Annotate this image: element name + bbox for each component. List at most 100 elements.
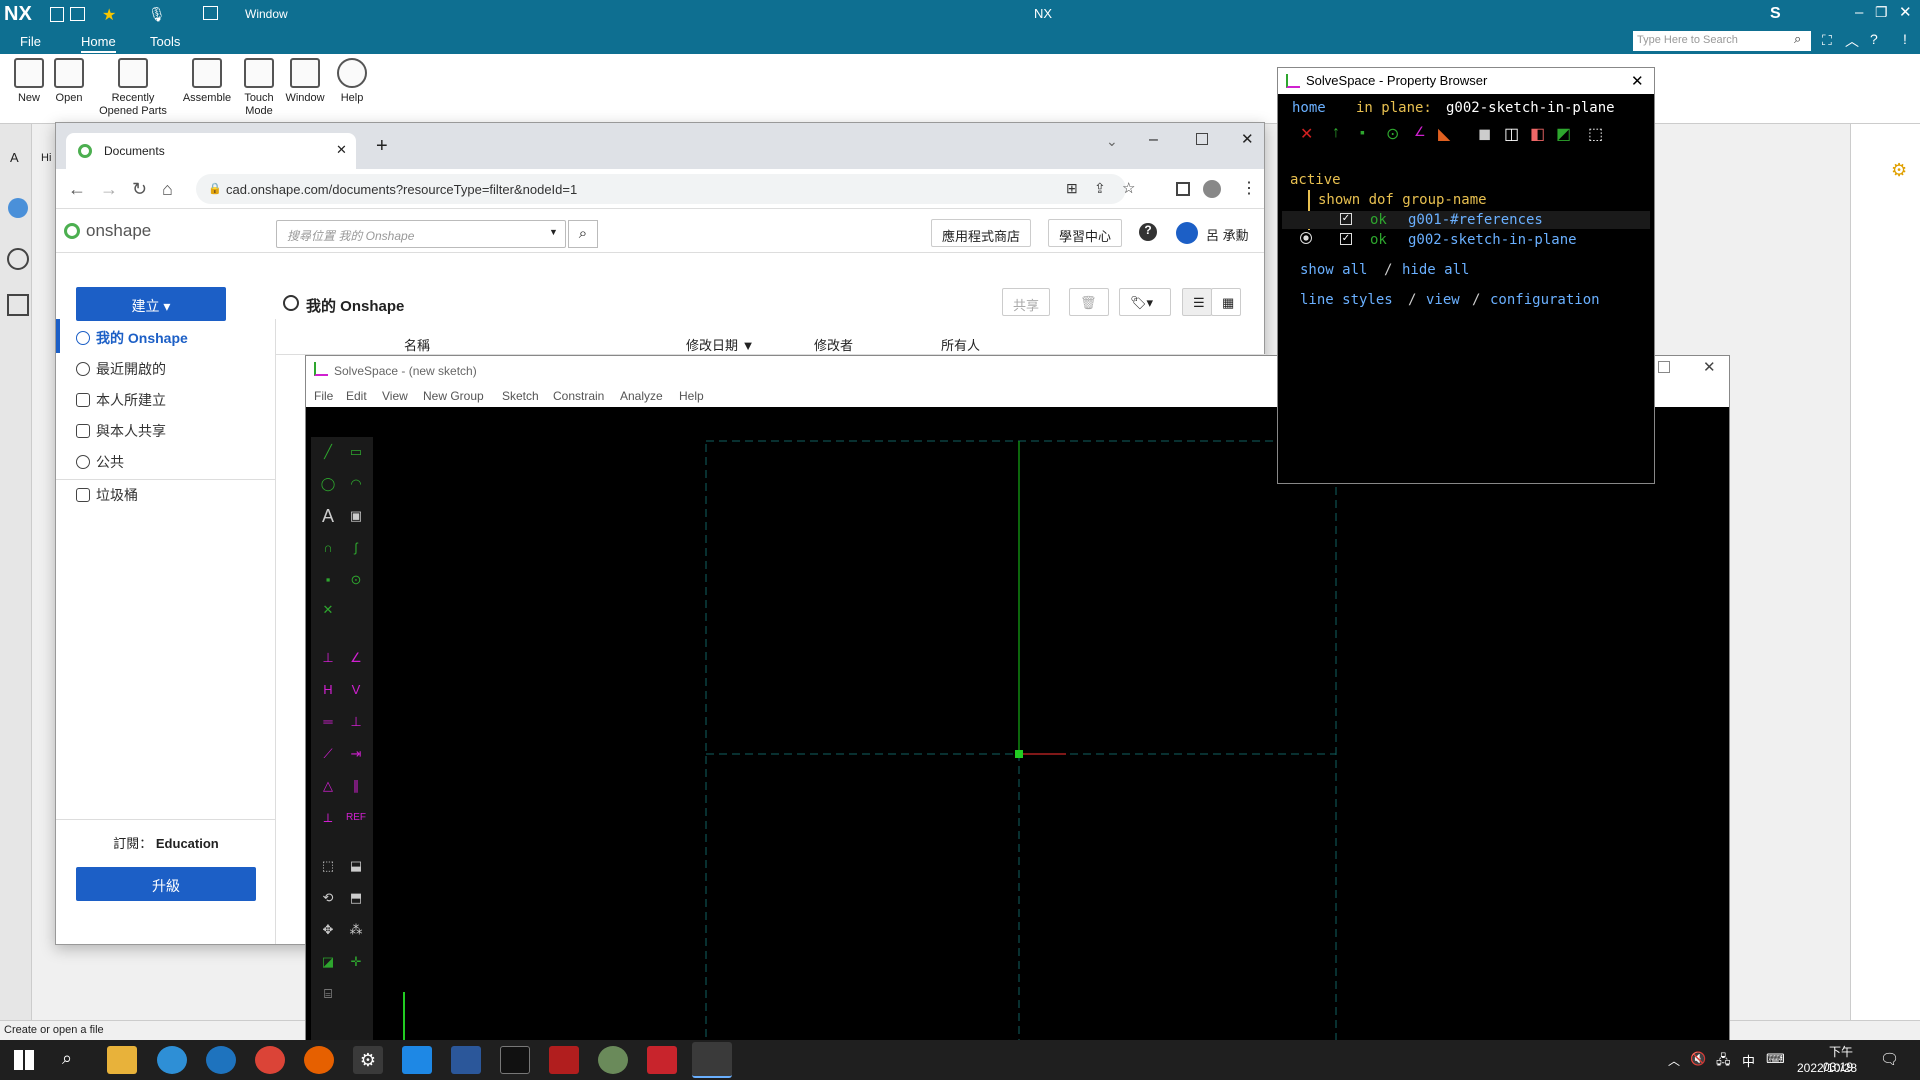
network-icon[interactable]: 🖧 [1716, 1051, 1731, 1073]
ribbon-touch-mode-button[interactable]: Touch Mode [238, 58, 280, 118]
tangent-arc-tool-icon[interactable]: ⊙ [345, 569, 367, 591]
show-constraints-icon[interactable]: ∠ [1414, 124, 1426, 140]
show-shaded-icon[interactable]: ◼ [1478, 124, 1491, 144]
minimize-icon[interactable]: – [1149, 131, 1158, 149]
line-styles-link[interactable]: line styles [1300, 292, 1393, 308]
upgrade-button[interactable]: 升級 [76, 867, 256, 901]
windows-start-icon[interactable] [14, 1050, 34, 1070]
notification-icon[interactable]: 🗨 [1880, 1050, 1899, 1068]
menu-view[interactable]: View [382, 389, 408, 403]
angle-constraint-icon[interactable]: ∠ [345, 647, 367, 669]
side-panel-icon[interactable] [1176, 182, 1190, 196]
nav-created-by-me[interactable]: 本人所建立 [76, 390, 166, 410]
free-in-3d-icon[interactable]: ✛ [345, 951, 367, 973]
tab-search-icon[interactable]: ⌄ [1106, 133, 1118, 150]
column-owner[interactable]: 所有人 [941, 335, 980, 354]
internet-explorer-icon[interactable] [206, 1046, 236, 1074]
distance-constraint-icon[interactable]: ⊥ [317, 647, 339, 669]
close-icon[interactable]: ✕ [1241, 130, 1254, 148]
show-workplanes-icon[interactable]: ✕ [1300, 124, 1313, 144]
column-modified-date[interactable]: 修改日期 ▼ [686, 335, 754, 354]
menu-file[interactable]: File [314, 389, 333, 403]
menu-constrain[interactable]: Constrain [553, 389, 604, 403]
ribbon-recent-parts-button[interactable]: Recently Opened Parts [90, 58, 176, 118]
on-point-constraint-icon[interactable]: ⟋ [317, 743, 339, 765]
onshape-logo[interactable]: onshape [86, 221, 151, 241]
help-icon[interactable]: ? [1139, 223, 1157, 241]
split-curves-tool-icon[interactable]: ✕ [317, 599, 339, 621]
profile-avatar-icon[interactable] [1203, 180, 1221, 198]
ribbon-window-button[interactable]: Window [282, 58, 328, 104]
minimize-icon[interactable]: – [1855, 4, 1863, 21]
point-tool-icon[interactable]: ▪ [317, 569, 339, 591]
show-edges-icon[interactable]: ◫ [1504, 124, 1519, 144]
user-name[interactable]: 呂 承勳 [1206, 225, 1249, 244]
translate-icon[interactable]: ⊞ [1066, 180, 1078, 197]
file-explorer-icon[interactable] [107, 1046, 137, 1074]
volume-muted-icon[interactable]: 🔇 [1690, 1051, 1706, 1067]
word-icon[interactable] [451, 1046, 481, 1074]
search-button[interactable]: ⌕ [568, 220, 598, 248]
horizontal-constraint-icon[interactable]: H [317, 679, 339, 701]
group-shown-checkbox[interactable]: ✓ [1340, 233, 1352, 245]
label-dropdown[interactable]: 🏷▾ [1119, 288, 1171, 316]
settings-icon[interactable]: ⚙ [353, 1046, 383, 1074]
show-construction-icon[interactable]: ⊙ [1386, 124, 1399, 144]
lathe-icon[interactable]: ⟲ [317, 887, 339, 909]
menu-new-group[interactable]: New Group [423, 389, 484, 403]
share-icon[interactable]: ⇪ [1094, 180, 1106, 197]
home-icon[interactable]: ⌂ [162, 179, 173, 200]
perpendicular-constraint-icon[interactable]: ⊥ [345, 711, 367, 733]
active-group-radio[interactable] [1300, 232, 1312, 244]
breadcrumb[interactable]: 我的 Onshape [306, 295, 404, 316]
workplane-icon[interactable]: ⬚ [317, 855, 339, 877]
search-icon[interactable]: ⌕ [62, 1048, 72, 1069]
forward-icon[interactable]: → [100, 179, 118, 200]
nav-recent[interactable]: 最近開啟的 [76, 359, 166, 379]
app-icon[interactable] [402, 1046, 432, 1074]
ribbon-assemble-button[interactable]: Assemble [180, 58, 234, 104]
revolve-icon[interactable]: ⬒ [345, 887, 367, 909]
maximize-icon[interactable] [1196, 133, 1208, 145]
help-icon[interactable]: ? [1870, 31, 1878, 47]
line-tool-icon[interactable]: ╱ [317, 441, 339, 463]
back-icon[interactable]: ← [68, 179, 86, 200]
onshape-search-input[interactable]: 搜尋位置 我的 Onshape [276, 220, 566, 248]
ribbon-open-button[interactable]: Open [52, 58, 86, 104]
nx-left-tab[interactable]: A [10, 150, 19, 165]
restore-icon[interactable]: ❐ [1875, 4, 1888, 21]
tray-overflow-icon[interactable]: ︿ [1668, 1052, 1680, 1069]
in-workplane-icon[interactable]: ◪ [317, 951, 339, 973]
tab-documents[interactable]: Documents ✕ [66, 133, 356, 169]
configuration-link[interactable]: configuration [1490, 292, 1600, 308]
midpoint-constraint-icon[interactable]: ⇥ [345, 743, 367, 765]
ime-indicator[interactable]: 中 [1742, 1051, 1755, 1070]
menu-home[interactable]: Home [81, 34, 116, 53]
tools-icon[interactable] [7, 294, 29, 316]
globe-icon[interactable] [8, 198, 28, 218]
nav-shared-with-me[interactable]: 與本人共享 [76, 421, 166, 441]
show-points-icon[interactable]: ▪ [1360, 124, 1365, 140]
new-icon[interactable] [50, 7, 64, 22]
terminal-icon[interactable] [500, 1046, 530, 1074]
origin-point[interactable] [1015, 750, 1023, 758]
learning-center-button[interactable]: 學習中心 [1048, 219, 1123, 247]
clock-date[interactable]: 2022/10/28 [1797, 1061, 1857, 1075]
chrome-menu-icon[interactable]: ⋮ [1241, 178, 1257, 198]
ribbon-help-button[interactable]: Help [334, 58, 370, 104]
new-tab-icon[interactable]: + [376, 135, 388, 158]
grid-view-button[interactable]: ▦ [1211, 288, 1241, 316]
app-store-button[interactable]: 應用程式商店 [931, 219, 1032, 247]
nearest-view-icon[interactable]: ⌸ [317, 983, 339, 1005]
trash-button[interactable]: 🗑 [1069, 288, 1109, 316]
lock-constraint-icon[interactable]: ⟂ [317, 807, 339, 829]
nav-my-onshape[interactable]: 我的 Onshape [76, 328, 188, 348]
menu-tools[interactable]: Tools [150, 34, 180, 49]
rectangle-tool-icon[interactable]: ▭ [345, 441, 367, 463]
hide-all-link[interactable]: hide all [1402, 262, 1469, 278]
maximize-icon[interactable] [1658, 361, 1670, 373]
nav-trash[interactable]: 垃圾桶 [76, 485, 138, 505]
menu-edit[interactable]: Edit [346, 389, 367, 403]
nav-public[interactable]: 公共 [76, 452, 124, 472]
show-faces-icon[interactable]: ◣ [1438, 124, 1450, 144]
